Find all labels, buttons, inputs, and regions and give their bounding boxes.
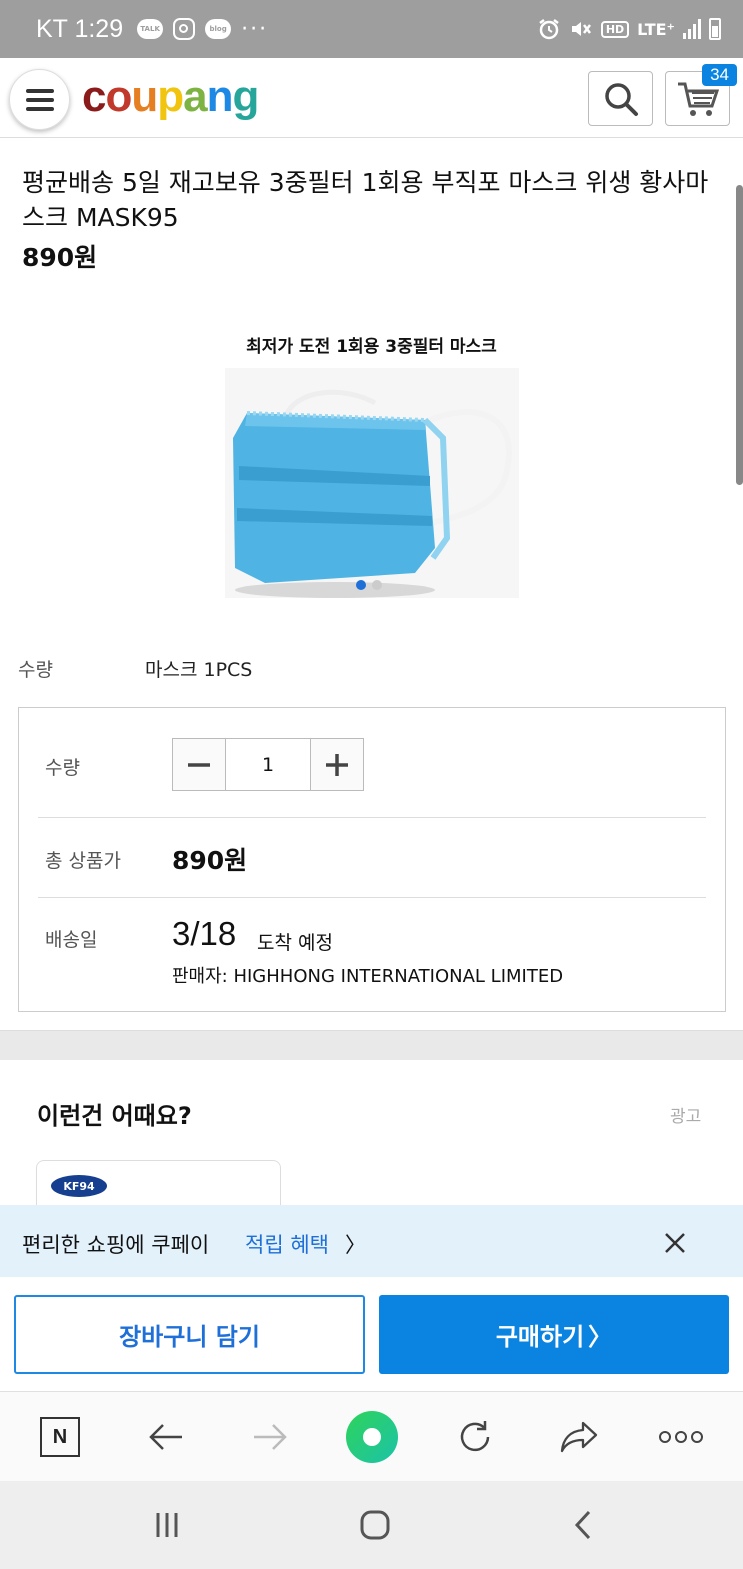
status-bar: KT 1:29 TALK blog ··· HD LTE⁺ (0, 0, 743, 58)
total-price: 890원 (172, 846, 248, 875)
refresh-icon (460, 1421, 490, 1452)
naver-n-icon: N (40, 1417, 80, 1457)
delivery-suffix: 도착 예정 (257, 932, 333, 954)
logo-letter: c (82, 72, 107, 121)
chevron-right-icon: 〉 (345, 1233, 366, 1257)
system-nav-bar (0, 1481, 743, 1569)
carousel-dot[interactable] (372, 580, 382, 590)
share-icon (560, 1421, 598, 1453)
delivery-label: 배송일 (45, 929, 98, 951)
system-back-button[interactable] (563, 1507, 603, 1543)
scrollbar[interactable] (736, 185, 743, 485)
option-label: 수량 (18, 659, 53, 681)
arrow-right-icon (254, 1424, 287, 1450)
network-type: LTE⁺ (637, 19, 675, 39)
system-icons: HD LTE⁺ (537, 17, 721, 41)
home-icon (360, 1510, 390, 1540)
quantity-label: 수량 (45, 757, 80, 779)
more-notifications-icon: ··· (241, 16, 269, 42)
hamburger-icon-line (25, 97, 54, 102)
search-button[interactable] (588, 71, 653, 126)
kakaotalk-icon: TALK (137, 19, 164, 39)
order-summary-box: 수량 1 총 상품가 890원 배송일 3/18 도착 예정 판매자: HIGH… (18, 707, 726, 1012)
carrier-time: KT 1:29 (36, 14, 124, 43)
browser-toolbar: N (0, 1391, 743, 1481)
kf94-badge: KF94 (51, 1175, 107, 1197)
seller-info: 판매자: HIGHHONG INTERNATIONAL LIMITED (172, 966, 564, 987)
arrow-left-icon (149, 1424, 182, 1450)
chevron-left-icon (574, 1510, 591, 1540)
share-button[interactable] (556, 1414, 602, 1460)
chevron-right-icon: 〉 (588, 1323, 613, 1351)
ad-label: 광고 (670, 1107, 702, 1127)
search-icon (604, 82, 638, 116)
promo-text: 편리한 쇼핑에 쿠페이 (22, 1233, 210, 1257)
increase-button[interactable] (311, 739, 363, 790)
cart-button[interactable]: 34 (665, 64, 737, 126)
hamburger-icon (25, 88, 54, 93)
section-divider (0, 1030, 743, 1060)
menu-button[interactable] (9, 69, 70, 130)
forward-button[interactable] (247, 1414, 293, 1460)
home-button[interactable] (355, 1507, 395, 1543)
product-image[interactable] (225, 368, 519, 598)
instagram-icon (173, 18, 196, 40)
product-image-caption: 최저가 도전 1회용 3중필터 마스크 (246, 337, 497, 357)
promo-accent: 적립 혜택 (245, 1233, 329, 1257)
cart-count-badge: 34 (702, 64, 737, 86)
image-carousel-dots[interactable] (356, 580, 382, 590)
quantity-input[interactable]: 1 (225, 739, 311, 790)
naver-home-button[interactable]: N (37, 1414, 83, 1460)
divider (38, 817, 706, 818)
close-icon[interactable] (663, 1231, 687, 1255)
add-to-cart-button[interactable]: 장바구니 담기 (14, 1295, 365, 1374)
logo-letter: u (131, 72, 158, 121)
back-button[interactable] (143, 1414, 189, 1460)
carousel-dot-active[interactable] (356, 580, 366, 590)
coupang-logo[interactable]: coupang (82, 72, 260, 122)
logo-letter: g (232, 72, 260, 121)
alarm-icon (539, 19, 559, 40)
product-title: 평균배송 5일 재고보유 3중필터 1회용 부직포 마스크 위생 황사마스크 M… (22, 168, 709, 232)
product-price: 890원 (22, 243, 98, 272)
total-label: 총 상품가 (45, 850, 121, 872)
logo-letter: n (206, 72, 234, 121)
signal-icon (683, 19, 701, 39)
delivery-date: 3/18 (172, 915, 237, 952)
hd-voice-icon: HD (600, 20, 630, 38)
recent-apps-button[interactable] (147, 1507, 187, 1543)
minus-icon (188, 762, 210, 767)
logo-letter: a (183, 72, 208, 121)
more-icon (659, 1431, 703, 1443)
battery-icon (709, 18, 721, 40)
notification-icons: TALK blog ··· (137, 17, 268, 42)
app-header: coupang 34 (0, 58, 743, 138)
buy-now-button[interactable]: 구매하기 〉 (379, 1295, 729, 1374)
divider (38, 897, 706, 898)
logo-letter: o (105, 72, 132, 121)
quantity-stepper[interactable]: 1 (172, 738, 364, 791)
recent-apps-icon (156, 1513, 178, 1537)
blog-icon: blog (205, 19, 232, 39)
green-dot-button[interactable] (346, 1411, 398, 1463)
mute-icon (571, 22, 591, 36)
plus-icon (326, 753, 348, 776)
more-button[interactable] (658, 1414, 704, 1460)
refresh-button[interactable] (452, 1414, 498, 1460)
buy-now-label: 구매하기 (495, 1323, 585, 1351)
logo-letter: p (157, 72, 184, 121)
option-selector[interactable]: 마스크 1PCS (145, 655, 252, 682)
mask-illustration (233, 389, 512, 598)
recommend-title: 이런건 어때요? (37, 1102, 192, 1130)
promo-banner[interactable]: 편리한 쇼핑에 쿠페이 적립 혜택 〉 (0, 1205, 743, 1277)
action-bar: 장바구니 담기 구매하기 〉 (0, 1277, 743, 1391)
hamburger-icon-line (25, 106, 54, 111)
decrease-button[interactable] (173, 739, 225, 790)
